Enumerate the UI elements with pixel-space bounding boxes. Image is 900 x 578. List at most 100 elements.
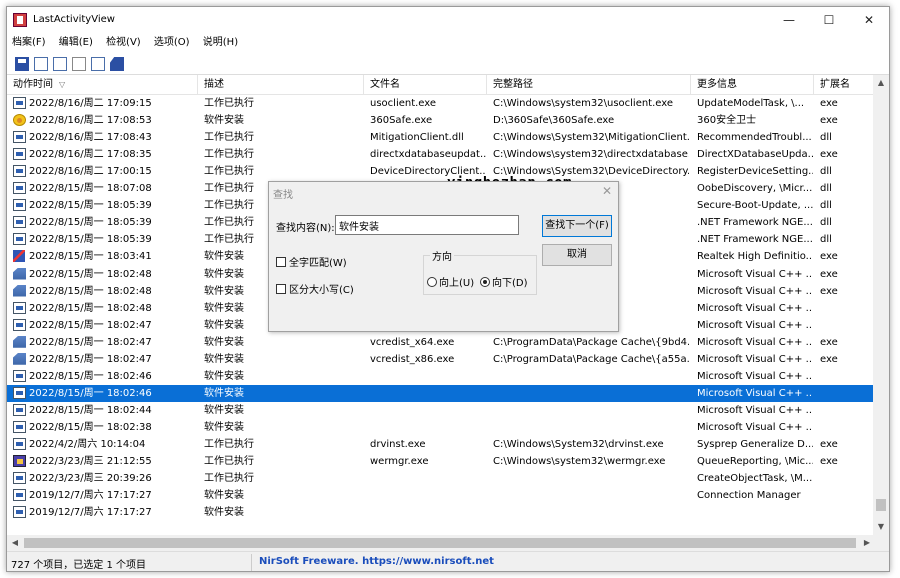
- find-label: 查找内容(N):: [276, 223, 335, 234]
- cell-description: 软件安装: [204, 507, 244, 519]
- cell-description: 软件安装: [204, 421, 244, 433]
- menu-edit[interactable]: 编辑(E): [54, 33, 98, 53]
- cell-extension: [820, 402, 870, 419]
- cell-more-info: Microsoft Visual C++ ...: [697, 319, 813, 331]
- properties-icon[interactable]: [34, 57, 48, 71]
- maximize-button[interactable]: ☐: [809, 7, 849, 33]
- table-row[interactable]: 2022/8/15/周一 18:02:46 软件安装 Microsoft Visua…: [7, 384, 875, 402]
- cell-time: 2022/8/15/周一 18:02:47: [29, 336, 152, 348]
- table-row[interactable]: 2022/8/15/周一 18:02:47 软件安装 vcredist_x86.ex…: [7, 351, 875, 368]
- cell-extension: [820, 487, 870, 504]
- table-row[interactable]: 2022/8/15/周一 18:02:46 软件安装 Microsoft Visua…: [7, 368, 875, 385]
- app-row-icon: [13, 233, 26, 246]
- col-header-time[interactable]: 动作时间 ▽: [7, 75, 198, 95]
- table-row[interactable]: 2022/8/15/周一 18:02:47 软件安装 vcredist_x64.ex…: [7, 334, 875, 351]
- direction-up-radio[interactable]: 向上(U): [427, 274, 474, 289]
- menu-view[interactable]: 检视(V): [101, 33, 146, 53]
- export-icon[interactable]: [91, 57, 105, 71]
- scroll-left-icon[interactable]: ◀: [7, 535, 23, 551]
- table-row[interactable]: 2019/12/7/周六 17:17:27 软件安装 Connection Mana…: [7, 487, 875, 504]
- col-header-filename[interactable]: 文件名: [364, 75, 487, 95]
- app-row-icon: [13, 420, 26, 433]
- horizontal-scrollbar[interactable]: ◀ ▶: [7, 535, 889, 551]
- cell-description: 工作已执行: [204, 456, 254, 468]
- sort-arrow-icon: ▽: [59, 80, 66, 89]
- nirsoft-link[interactable]: NirSoft Freeware. https://www.nirsoft.ne…: [259, 556, 494, 567]
- table-row[interactable]: 2022/3/23/周三 20:39:26 工作已执行 CreateObjectTa…: [7, 470, 875, 487]
- table-row[interactable]: 2022/8/16/周二 17:00:15 工作已执行 DeviceDirector…: [7, 163, 875, 180]
- cell-time: 2022/8/15/周一 18:05:39: [29, 217, 152, 229]
- col-header-extension[interactable]: 扩展名: [814, 75, 875, 95]
- exit-icon[interactable]: [110, 57, 124, 71]
- cell-fullpath: C:\Windows\system32\directxdatabase...: [493, 149, 689, 161]
- find-input[interactable]: [335, 215, 519, 235]
- cell-more-info: CreateObjectTask, \M...: [697, 473, 813, 485]
- cell-time: 2019/12/7/周六 17:17:27: [29, 490, 152, 502]
- table-row[interactable]: 2022/3/23/周三 21:12:55 工作已执行 wermgr.exe C:\W…: [7, 453, 875, 470]
- window-title: LastActivityView: [33, 14, 115, 25]
- save-icon[interactable]: [15, 57, 29, 71]
- table-row[interactable]: 2022/4/2/周六 10:14:04 工作已执行 drvinst.exe C:\W…: [7, 436, 875, 453]
- cell-extension: exe: [820, 98, 838, 109]
- col-header-fullpath[interactable]: 完整路径: [487, 75, 691, 95]
- cell-more-info: Microsoft Visual C++ ...: [697, 336, 813, 348]
- copy-icon[interactable]: [53, 57, 67, 71]
- direction-label: 方向: [430, 248, 454, 263]
- close-button[interactable]: ✕: [849, 7, 889, 33]
- app-row-icon: [13, 148, 26, 161]
- table-row[interactable]: 2022/8/15/周一 18:02:38 软件安装 Microsoft Visua…: [7, 419, 875, 436]
- cell-filename: [370, 368, 486, 385]
- table-row[interactable]: 2022/8/16/周二 17:08:35 工作已执行 directxdatabas…: [7, 146, 875, 163]
- cell-fullpath: [493, 402, 689, 419]
- scroll-down-icon[interactable]: ▼: [873, 519, 889, 535]
- menu-options[interactable]: 选项(O): [149, 33, 195, 53]
- cell-extension: [820, 317, 870, 334]
- scroll-up-icon[interactable]: ▲: [873, 75, 889, 91]
- col-header-description[interactable]: 描述: [198, 75, 364, 95]
- cell-extension: [820, 385, 870, 402]
- cell-time: 2022/8/16/周二 17:00:15: [29, 166, 152, 178]
- horizontal-scroll-thumb[interactable]: [24, 538, 856, 548]
- main-window: LastActivityView — ☐ ✕ 档案(F) 编辑(E) 检视(V)…: [6, 6, 890, 572]
- table-row[interactable]: 2022/8/16/周二 17:08:53 软件安装 360Safe.exe D:\3…: [7, 112, 875, 129]
- whole-word-checkbox[interactable]: 全字匹配(W): [276, 254, 347, 269]
- cell-fullpath: [493, 470, 689, 487]
- match-case-checkbox[interactable]: 区分大小写(C): [276, 281, 354, 296]
- minimize-button[interactable]: —: [769, 7, 809, 33]
- table-row[interactable]: 2019/12/7/周六 17:17:27 软件安装: [7, 504, 875, 521]
- direction-down-radio[interactable]: 向下(D): [480, 274, 528, 289]
- app-row-icon: [13, 489, 26, 502]
- cell-more-info: Microsoft Visual C++ ...: [697, 404, 813, 416]
- cell-more-info: QueueReporting, \Mic...: [697, 456, 813, 468]
- cell-time: 2022/8/15/周一 18:02:48: [29, 285, 152, 297]
- dialog-close-icon[interactable]: ✕: [602, 184, 612, 198]
- cell-extension: dll: [820, 132, 832, 144]
- app-row-icon: [13, 97, 26, 109]
- cell-extension: [820, 504, 870, 521]
- table-row[interactable]: 2022/8/15/周一 18:02:44 软件安装 Microsoft Visua…: [7, 402, 875, 419]
- vertical-scrollbar[interactable]: ▲ ▼: [873, 75, 889, 535]
- cell-more-info: RegisterDeviceSetting...: [697, 166, 813, 178]
- cell-more-info: 360安全卫士: [697, 115, 757, 127]
- vertical-scroll-thumb[interactable]: [876, 499, 886, 511]
- find-next-button[interactable]: 查找下一个(F): [542, 215, 612, 237]
- table-row[interactable]: 2022/8/16/周二 17:08:43 工作已执行 MitigationClie…: [7, 129, 875, 146]
- html-report-icon[interactable]: [72, 57, 86, 71]
- radio-dot-selected: [480, 277, 490, 287]
- scroll-right-icon[interactable]: ▶: [859, 535, 875, 551]
- table-row[interactable]: 2022/8/16/周二 17:09:15 工作已执行 usoclient.exe C…: [7, 95, 875, 112]
- cell-time: 2022/8/16/周二 17:09:15: [29, 98, 152, 109]
- cancel-button[interactable]: 取消: [542, 244, 612, 266]
- cell-extension: dll: [820, 217, 832, 229]
- cell-filename: directxdatabaseupdat...: [370, 149, 486, 161]
- cell-time: 2022/8/16/周二 17:08:35: [29, 149, 152, 161]
- setup-row-icon: [13, 267, 26, 280]
- cell-filename: usoclient.exe: [370, 98, 437, 109]
- menu-help[interactable]: 说明(H): [198, 33, 243, 53]
- menu-file[interactable]: 档案(F): [7, 33, 51, 53]
- col-header-more-info[interactable]: 更多信息: [691, 75, 814, 95]
- cell-description: 软件安装: [204, 336, 244, 348]
- cell-fullpath: C:\Windows\system32\wermgr.exe: [493, 456, 666, 468]
- cell-fullpath: C:\Windows\system32\usoclient.exe: [493, 98, 674, 109]
- cell-more-info: UpdateModelTask, \...: [697, 98, 805, 109]
